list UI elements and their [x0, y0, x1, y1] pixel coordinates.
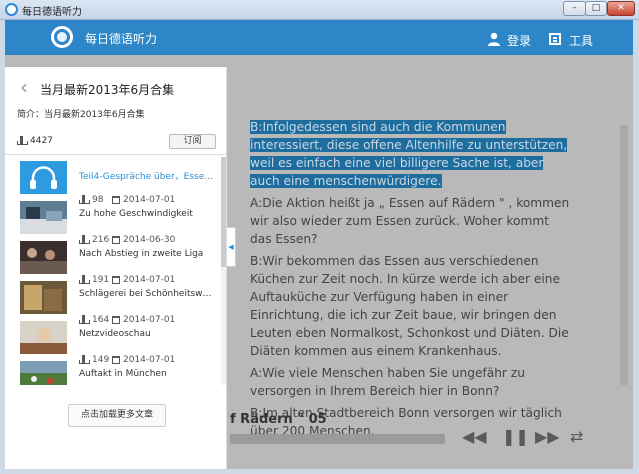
- news-thumbnail: [20, 361, 67, 385]
- app-header: 每日德语听力 登录 工具: [5, 20, 633, 55]
- list-item[interactable]: Teil4-Gespräche über，Essen a... 98 2014-…: [5, 161, 227, 205]
- article-paragraph: B:Infolgedessen sind auch die Kommunen i…: [250, 120, 568, 188]
- item-title: Zu hohe Geschwindigkeit: [79, 209, 193, 219]
- list-item[interactable]: Schlägerei bei Schönheitswettb... 164 20…: [5, 281, 227, 325]
- login-label: 登录: [507, 34, 532, 48]
- load-more-button[interactable]: 点击加载更多文章: [68, 404, 166, 427]
- album-panel: ‹ 当月最新2013年6月合集 简介：当月最新2013年6月合集 4427 订阅…: [5, 67, 227, 469]
- article-paragraph: A:Die Aktion heißt ja „ Essen auf Rädern…: [250, 196, 570, 246]
- panel-title: 当月最新2013年6月合集: [40, 83, 175, 97]
- close-button[interactable]: ✕: [607, 1, 635, 16]
- article-paragraph: A:Wie viele Menschen haben Sie ungefähr …: [250, 366, 525, 398]
- app-logo-icon: [51, 26, 73, 48]
- news-thumbnail: [20, 201, 67, 234]
- subscribe-button[interactable]: 订阅: [169, 134, 216, 149]
- item-title: Schlägerei bei Schönheitswettb...: [79, 289, 214, 299]
- list-item[interactable]: Auftakt in München: [5, 361, 227, 385]
- repeat-button[interactable]: ⇄: [570, 428, 583, 446]
- app-name: 每日德语听力: [85, 32, 158, 46]
- user-icon: [488, 32, 500, 46]
- tools-icon: [549, 33, 561, 45]
- article-text: B:Infolgedessen sind auch die Kommunen i…: [250, 118, 572, 444]
- back-arrow-icon[interactable]: ‹: [20, 77, 28, 97]
- forward-button[interactable]: ▶▶: [535, 428, 560, 446]
- maximize-button[interactable]: □: [585, 1, 607, 16]
- app-logo-icon: [5, 3, 18, 16]
- list-item[interactable]: Nach Abstieg in zweite Liga 191 2014-07-…: [5, 241, 227, 285]
- panel-description: 简介：当月最新2013年6月合集: [17, 110, 145, 120]
- rewind-button[interactable]: ◀◀: [462, 428, 487, 446]
- item-title: Auftakt in München: [79, 369, 167, 379]
- now-playing-title: f Rädern " 05: [230, 412, 327, 427]
- list-scrollbar[interactable]: [221, 157, 226, 385]
- news-thumbnail: [20, 321, 67, 354]
- list-scrollbar-thumb[interactable]: [221, 157, 226, 267]
- tools-label: 工具: [569, 34, 594, 48]
- playback-progress[interactable]: [230, 434, 445, 444]
- item-title: Netzvideoschau: [79, 329, 151, 339]
- list-item[interactable]: Netzvideoschau 149 2014-07-01: [5, 321, 227, 365]
- download-count: 4427: [17, 136, 53, 146]
- article-list: Teil4-Gespräche über，Essen a... 98 2014-…: [5, 157, 227, 385]
- minimize-button[interactable]: –: [563, 1, 586, 16]
- window-title: 每日德语听力: [22, 7, 82, 18]
- item-title: Nach Abstieg in zweite Liga: [79, 249, 204, 259]
- window-titlebar: 每日德语听力 – □ ✕: [0, 0, 639, 20]
- news-thumbnail: [20, 241, 67, 274]
- divider: [5, 154, 227, 155]
- headphones-thumbnail: [20, 161, 67, 194]
- news-thumbnail: [20, 281, 67, 314]
- list-item[interactable]: Zu hohe Geschwindigkeit 216 2014-06-30: [5, 201, 227, 245]
- item-title: Teil4-Gespräche über，Essen a...: [79, 172, 214, 182]
- article-scrollbar[interactable]: [620, 125, 628, 385]
- article-paragraph: B:Wir bekommen das Essen aus verschieden…: [250, 254, 569, 358]
- pause-button[interactable]: ❚❚: [502, 428, 529, 446]
- collapse-panel-button[interactable]: ◀: [227, 227, 236, 267]
- download-icon: [17, 136, 28, 145]
